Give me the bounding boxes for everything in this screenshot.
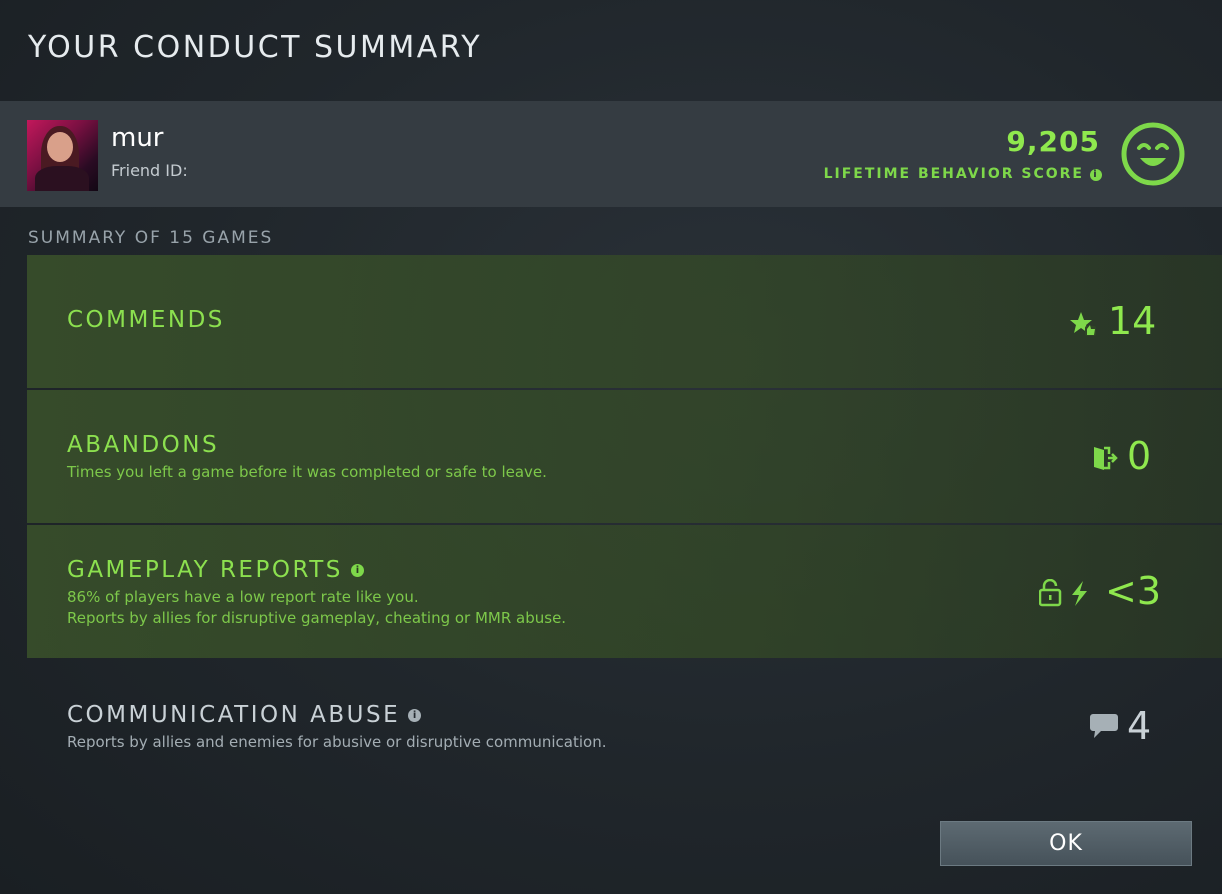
gameplay-reports-description-line: Reports by allies for disruptive gamepla… (67, 609, 567, 627)
exit-door-icon (1094, 446, 1118, 470)
info-icon[interactable]: i (1090, 169, 1102, 181)
gameplay-reports-title: GAMEPLAY REPORTS i (67, 557, 364, 583)
profile-bar: mur Friend ID: 9,205 LIFETIME BEHAVIOR S… (0, 101, 1222, 207)
behavior-score-label: LIFETIME BEHAVIOR SCORE i (824, 166, 1102, 182)
abandons-row: ABANDONS Times you left a game before it… (27, 390, 1222, 523)
unlock-lightning-icon (1039, 579, 1087, 607)
behavior-score-value: 9,205 (1006, 125, 1100, 158)
gameplay-reports-description: 86% of players have a low report rate li… (67, 587, 566, 629)
commends-value: 14 (1108, 299, 1157, 343)
friend-id-label: Friend ID: (111, 161, 188, 180)
dialog-title: YOUR CONDUCT SUMMARY (28, 30, 483, 65)
info-icon[interactable]: i (408, 709, 422, 722)
commends-title: COMMENDS (67, 307, 225, 333)
communication-abuse-title-text: COMMUNICATION ABUSE (67, 702, 401, 728)
avatar (27, 120, 98, 191)
summary-label: SUMMARY OF 15 GAMES (28, 228, 274, 248)
ok-button[interactable]: OK (940, 821, 1192, 866)
info-icon[interactable]: i (350, 564, 364, 577)
chat-bubble-icon (1090, 714, 1118, 738)
communication-abuse-title: COMMUNICATION ABUSE i (67, 702, 422, 728)
username: mur (111, 123, 164, 153)
star-thumbs-up-icon (1070, 312, 1096, 336)
abandons-value: 0 (1127, 434, 1152, 478)
communication-abuse-value: 4 (1127, 704, 1152, 748)
smiley-face-icon (1121, 122, 1185, 186)
commends-row: COMMENDS 14 (27, 255, 1222, 388)
gameplay-reports-value: <3 (1105, 569, 1162, 613)
communication-abuse-row: COMMUNICATION ABUSE i Reports by allies a… (27, 660, 1222, 793)
gameplay-reports-title-text: GAMEPLAY REPORTS (67, 557, 343, 583)
gameplay-reports-row: GAMEPLAY REPORTS i 86% of players have a … (27, 525, 1222, 658)
behavior-score-label-text: LIFETIME BEHAVIOR SCORE (823, 166, 1084, 182)
gameplay-reports-description-line: 86% of players have a low report rate li… (67, 588, 419, 606)
communication-abuse-description: Reports by allies and enemies for abusiv… (67, 733, 607, 751)
abandons-description: Times you left a game before it was comp… (67, 463, 547, 481)
abandons-title: ABANDONS (67, 432, 220, 458)
